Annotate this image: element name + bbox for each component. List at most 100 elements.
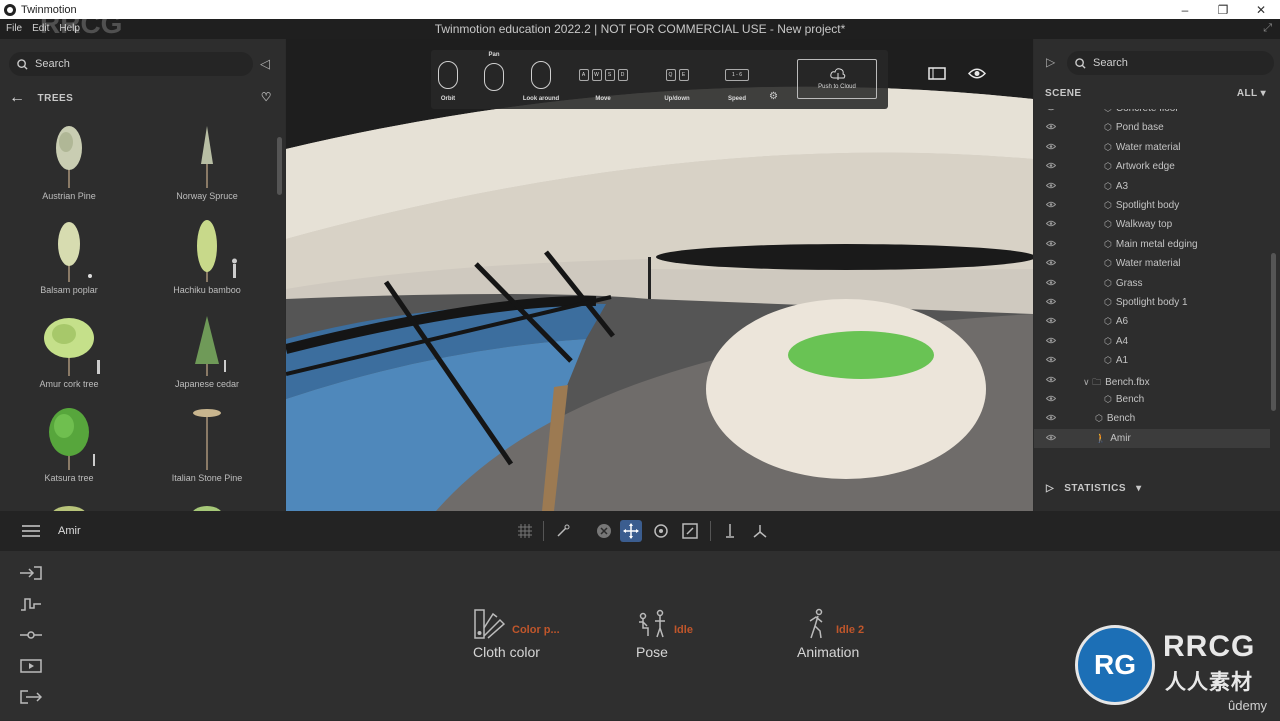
scene-row[interactable]: ⬡ Bench xyxy=(1034,390,1270,409)
tree-item[interactable]: Austrian Pine xyxy=(0,119,138,213)
visibility-eye-icon[interactable] xyxy=(1046,434,1056,441)
scene-item-label: Walkway top xyxy=(1115,219,1173,231)
waveform-icon[interactable] xyxy=(20,597,42,628)
tree-label: Italian Stone Pine xyxy=(171,473,243,483)
scene-item: ⬡ Walkway top xyxy=(1104,219,1172,230)
visibility-eye-icon[interactable] xyxy=(1046,395,1056,402)
scene-row[interactable]: ∨ 🗀 Bench.fbx xyxy=(1034,371,1270,390)
visibility-eye-icon[interactable] xyxy=(1046,337,1056,344)
eyedropper-icon[interactable] xyxy=(552,520,574,542)
visibility-eye-icon[interactable] xyxy=(1046,279,1056,286)
scene-row[interactable]: ⬡ Water material xyxy=(1034,254,1270,273)
tree-item[interactable]: Hachiku bamboo xyxy=(138,213,276,307)
import-icon[interactable] xyxy=(20,566,42,597)
move-tool-icon[interactable] xyxy=(620,520,642,542)
pan-control[interactable]: Pan xyxy=(481,50,507,94)
visibility-eye-icon[interactable] xyxy=(1046,123,1056,130)
visibility-eye-icon[interactable] xyxy=(1046,220,1056,227)
tree-item[interactable]: Norway Spruce xyxy=(138,119,276,213)
udemy-logo: ûdemy xyxy=(1228,698,1268,713)
visibility-eye-icon[interactable] xyxy=(967,67,987,85)
tree-thumbnail xyxy=(58,222,92,282)
move-control[interactable]: A W S D Move xyxy=(574,58,632,102)
collapse-panel-icon[interactable]: ◁ xyxy=(260,56,270,72)
scene-row[interactable]: ⬡ A1 xyxy=(1034,351,1270,370)
scene-row[interactable]: 🚶 Amir xyxy=(1034,428,1270,448)
scene-row[interactable]: ⬡ Spotlight body 1 xyxy=(1034,293,1270,312)
3d-viewport[interactable]: Orbit Pan Look around A W S D Move Q E U… xyxy=(286,39,1033,511)
maximize-button[interactable]: ❐ xyxy=(1204,0,1242,19)
slider-settings-icon[interactable] xyxy=(20,628,42,659)
category-header: ← TREES ♡ xyxy=(9,88,274,108)
scene-row[interactable]: ⬡ Artwork edge xyxy=(1034,157,1270,176)
deselect-icon[interactable] xyxy=(593,520,615,542)
tree-item[interactable]: Amur cork tree xyxy=(0,307,138,401)
cloth-color-property[interactable]: Color p... Cloth color xyxy=(473,608,593,668)
visibility-eye-icon[interactable] xyxy=(1046,356,1056,363)
updown-control[interactable]: Q E Up/down xyxy=(649,58,705,102)
hamburger-menu-icon[interactable] xyxy=(22,525,40,537)
speed-control[interactable]: 1 - 6 Speed xyxy=(719,58,755,102)
tree-item[interactable]: Katsura tree xyxy=(0,401,138,495)
push-to-cloud-button[interactable]: Push to Cloud xyxy=(797,59,877,99)
fullscreen-icon[interactable]: ⤢ xyxy=(1263,22,1272,35)
scene-row[interactable]: ⬡ Water material xyxy=(1034,138,1270,157)
visibility-eye-icon[interactable] xyxy=(1046,414,1056,421)
export-icon[interactable] xyxy=(20,690,43,721)
scene-scrollbar[interactable] xyxy=(1271,253,1276,411)
visibility-eye-icon[interactable] xyxy=(1046,182,1056,189)
scale-tool-icon[interactable] xyxy=(679,520,701,542)
pivot-axes-icon[interactable] xyxy=(749,520,771,542)
tree-item[interactable] xyxy=(138,495,276,511)
scene-tree: ⬡Concrete floor⬡Pond base⬡Water material… xyxy=(1034,109,1270,459)
statistics-toggle[interactable]: ▷ STATISTICS ▾ xyxy=(1046,483,1142,494)
tree-item[interactable]: Japanese cedar xyxy=(138,307,276,401)
drop-to-ground-icon[interactable] xyxy=(719,520,741,542)
navigation-settings-gear-icon[interactable]: ⚙ xyxy=(769,91,778,102)
mouse-middle-icon xyxy=(484,63,504,91)
scene-search-input[interactable]: Search xyxy=(1067,51,1274,75)
library-search-input[interactable]: Search xyxy=(9,52,253,76)
close-button[interactable]: ✕ xyxy=(1242,0,1280,19)
minimize-button[interactable]: – xyxy=(1166,0,1204,19)
visibility-eye-icon[interactable] xyxy=(1046,109,1056,111)
orbit-control[interactable]: Orbit xyxy=(437,58,459,102)
look-around-control[interactable]: Look around xyxy=(509,58,573,102)
scene-row[interactable]: ⬡ Concrete floor xyxy=(1034,109,1270,118)
tree-item[interactable]: Italian Stone Pine xyxy=(138,401,276,495)
scene-row[interactable]: ⬡ A3 xyxy=(1034,177,1270,196)
key-s-icon: S xyxy=(604,69,615,81)
scene-filter-dropdown[interactable]: ALL ▾ xyxy=(1237,88,1266,99)
library-search-placeholder: Search xyxy=(35,58,70,70)
tree-item[interactable]: Balsam poplar xyxy=(0,213,138,307)
scene-item-label: Spotlight body 1 xyxy=(1115,297,1188,308)
visibility-eye-icon[interactable] xyxy=(1046,259,1056,266)
favorite-heart-icon[interactable]: ♡ xyxy=(261,90,272,104)
animation-property[interactable]: Idle 2 Animation xyxy=(797,608,897,668)
visibility-eye-icon[interactable] xyxy=(1046,143,1056,150)
scene-row[interactable]: ⬡ A4 xyxy=(1034,332,1270,351)
visibility-eye-icon[interactable] xyxy=(1046,317,1056,324)
scene-row[interactable]: ⬡ Grass xyxy=(1034,274,1270,293)
scene-row[interactable]: ⬡ Bench xyxy=(1034,409,1270,428)
visibility-eye-icon[interactable] xyxy=(1046,298,1056,305)
panel-toggle-icon[interactable] xyxy=(928,67,946,85)
grid-snap-icon[interactable] xyxy=(514,520,536,542)
visibility-eye-icon[interactable] xyxy=(1046,162,1056,169)
pose-property[interactable]: Idle Pose xyxy=(636,608,726,668)
visibility-eye-icon[interactable] xyxy=(1046,201,1056,208)
object-icon: ⬡ xyxy=(1104,335,1112,346)
back-arrow-icon[interactable]: ← xyxy=(9,89,26,107)
library-scrollbar[interactable] xyxy=(277,137,282,195)
visibility-eye-icon[interactable] xyxy=(1046,240,1056,247)
visibility-eye-icon[interactable] xyxy=(1046,376,1056,383)
expand-panel-icon[interactable]: ▷ xyxy=(1046,55,1055,69)
scene-row[interactable]: ⬡ Spotlight body xyxy=(1034,196,1270,215)
scene-row[interactable]: ⬡ Walkway top xyxy=(1034,215,1270,234)
scene-row[interactable]: ⬡ Main metal edging xyxy=(1034,235,1270,254)
scene-row[interactable]: ⬡ A6 xyxy=(1034,312,1270,331)
media-play-icon[interactable] xyxy=(20,659,42,690)
rotate-tool-icon[interactable] xyxy=(650,520,672,542)
tree-item[interactable] xyxy=(0,495,138,511)
scene-row[interactable]: ⬡ Pond base xyxy=(1034,118,1270,137)
